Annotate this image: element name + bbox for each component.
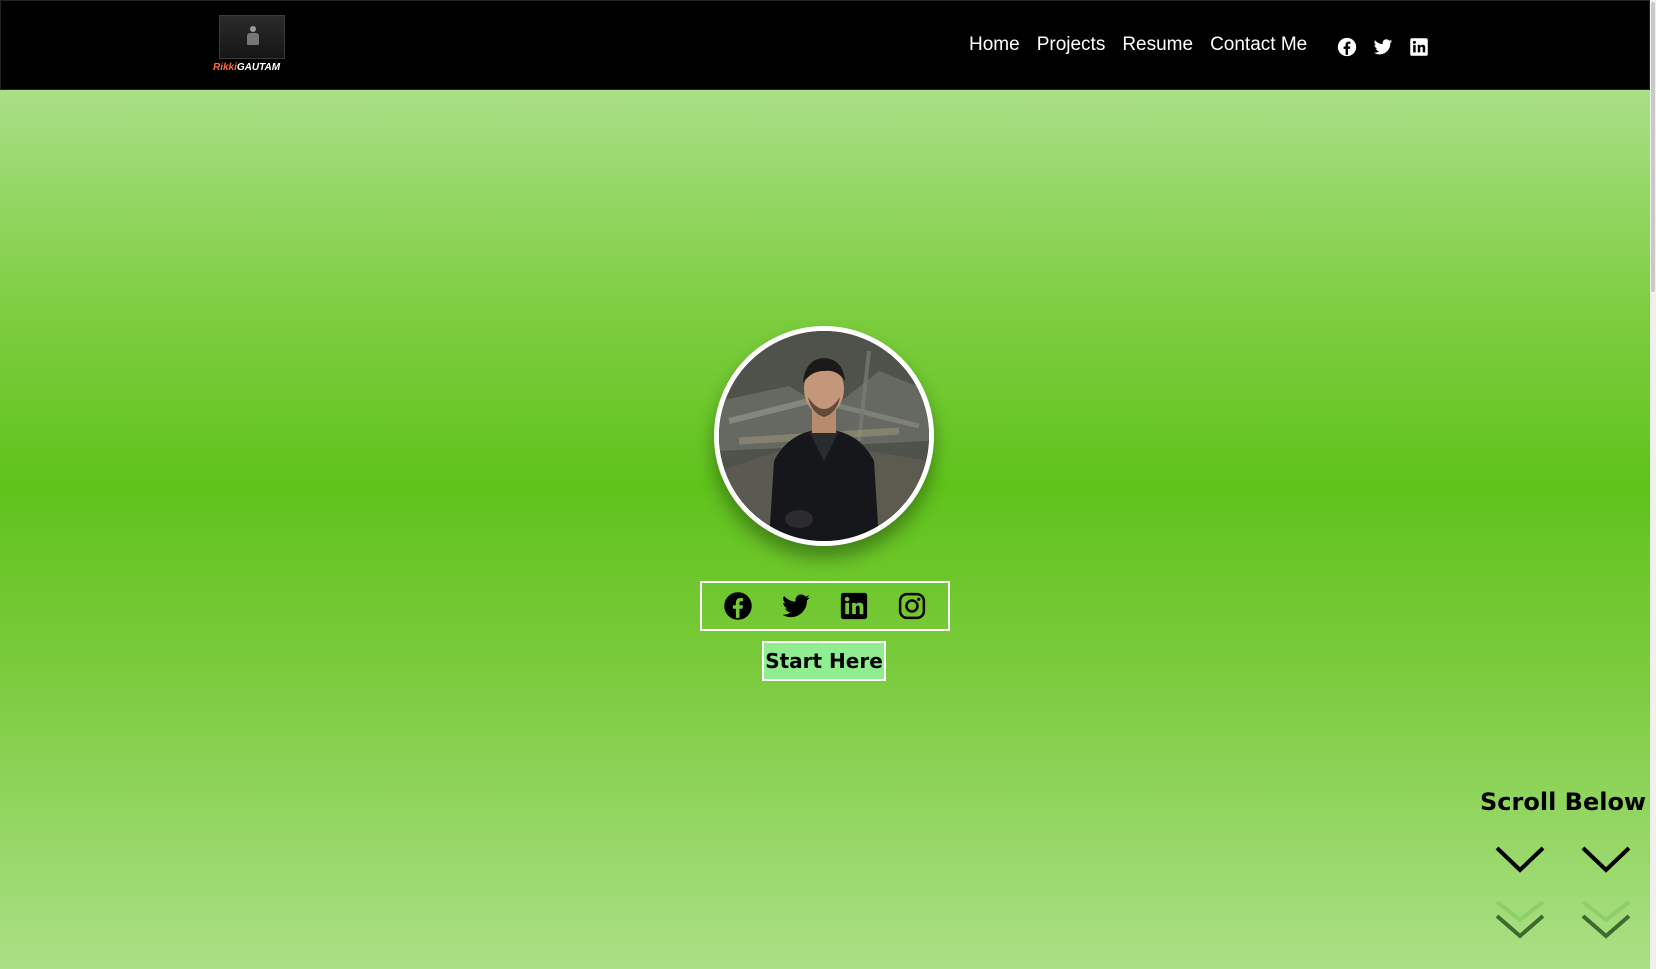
nav-link-contact-me[interactable]: Contact Me <box>1210 34 1307 56</box>
nav-social-links <box>1337 37 1429 57</box>
site-logo[interactable]: RikkiGAUTAM <box>213 15 291 77</box>
chevron-down-icon[interactable] <box>1494 844 1546 874</box>
scroll-below-label: Scroll Below <box>1480 788 1647 816</box>
linkedin-icon[interactable] <box>839 591 869 621</box>
navbar: RikkiGAUTAM Home Projects Resume Contact… <box>0 0 1650 90</box>
nav-link-home[interactable]: Home <box>969 34 1020 56</box>
twitter-icon[interactable] <box>1373 37 1393 57</box>
logo-figure-icon <box>246 26 260 48</box>
facebook-icon[interactable] <box>1337 37 1357 57</box>
double-chevron-down-icon <box>1495 900 1545 939</box>
profile-photo <box>714 326 934 546</box>
hero-section: Start Here Scroll Below <box>0 90 1650 969</box>
start-here-button[interactable]: Start Here <box>762 641 886 681</box>
hero-social-links <box>700 581 950 631</box>
nav-link-resume[interactable]: Resume <box>1122 34 1193 56</box>
double-chevron-down-icon <box>1581 900 1631 939</box>
logo-text: RikkiGAUTAM <box>213 62 293 73</box>
profile-photo-illustration <box>719 331 929 541</box>
scrollbar-thumb[interactable] <box>1651 2 1655 292</box>
nav-links: Home Projects Resume Contact Me <box>969 34 1324 56</box>
logo-image <box>219 15 285 59</box>
instagram-icon[interactable] <box>897 591 927 621</box>
nav-link-projects[interactable]: Projects <box>1037 34 1106 56</box>
page: RikkiGAUTAM Home Projects Resume Contact… <box>0 0 1650 969</box>
linkedin-icon[interactable] <box>1409 37 1429 57</box>
twitter-icon[interactable] <box>781 591 811 621</box>
logo-first-name: Rikki <box>213 62 237 73</box>
chevron-down-icon[interactable] <box>1580 844 1632 874</box>
logo-last-name: GAUTAM <box>236 62 281 73</box>
facebook-icon[interactable] <box>723 591 753 621</box>
